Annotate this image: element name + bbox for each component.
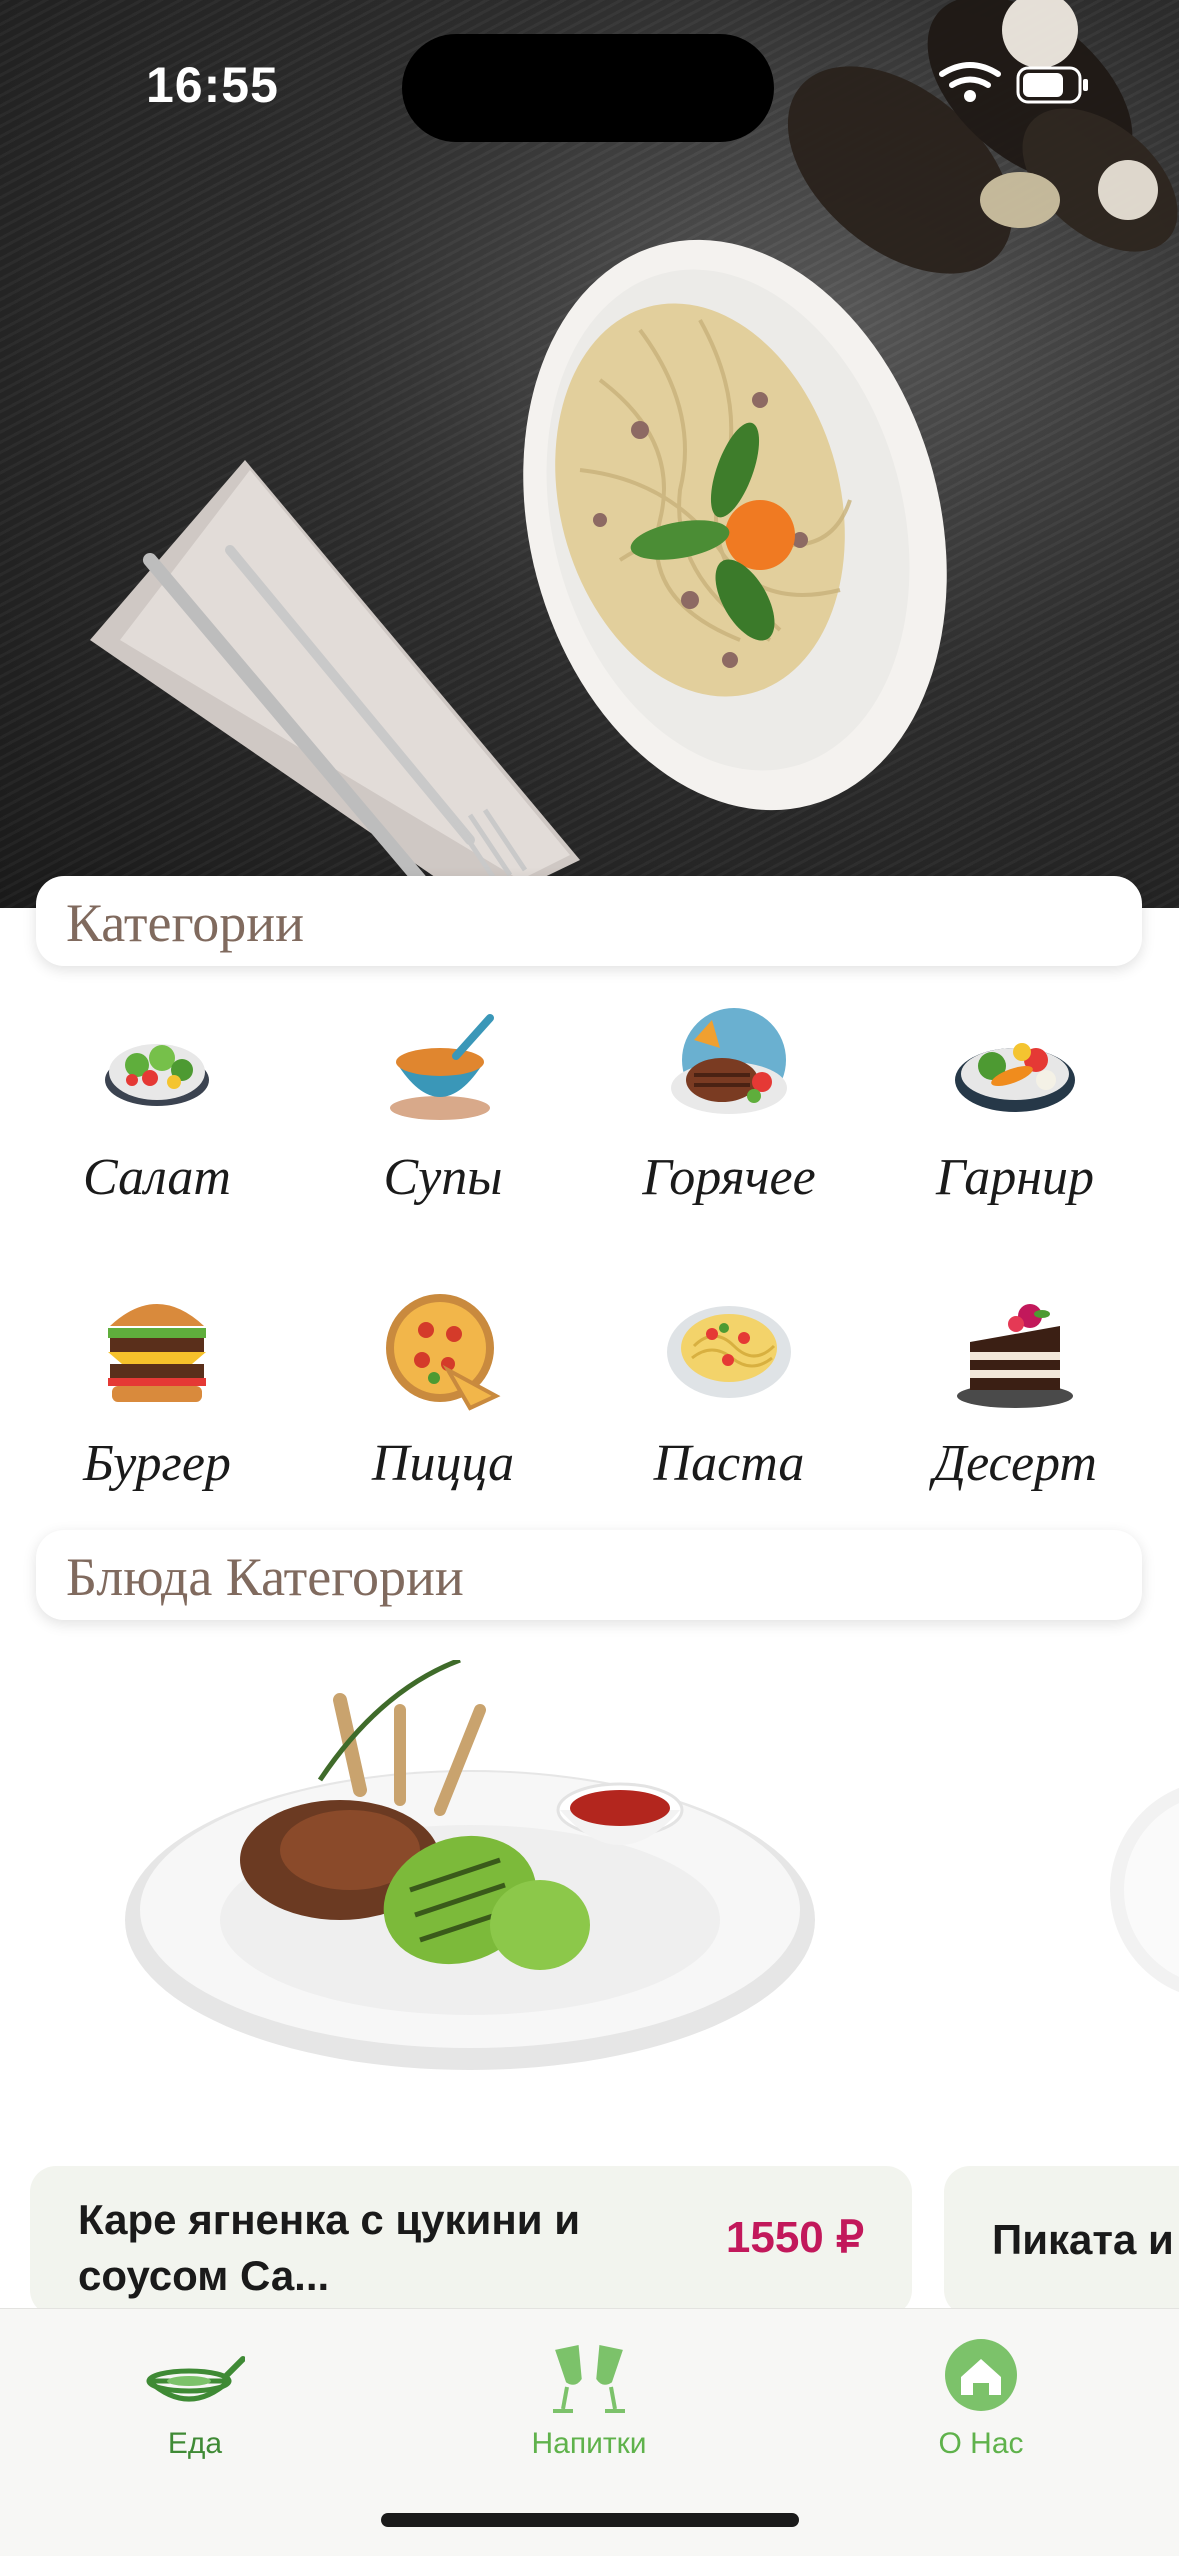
- tab-label: Напитки: [531, 2427, 647, 2460]
- status-icons: [939, 62, 1088, 104]
- category-label: Десерт: [933, 1435, 1097, 1492]
- pasta-icon: [667, 1306, 791, 1398]
- status-time: 16:55: [146, 57, 279, 113]
- tab-about[interactable]: О Нас: [851, 2327, 1111, 2467]
- dish-card-next[interactable]: Пиката и: [944, 2166, 1179, 2316]
- home-icon: [945, 2339, 1017, 2411]
- category-label: Салат: [83, 1149, 231, 1206]
- dishes-title: Блюда Категории: [66, 1547, 464, 1607]
- salad-icon: [105, 1044, 209, 1106]
- tab-label: Еда: [167, 2427, 223, 2460]
- dish-name: Каре ягненка с цукини и соусом Са...: [78, 2196, 581, 2299]
- tab-drinks[interactable]: Напитки: [459, 2327, 719, 2467]
- category-garnish[interactable]: Гарнир: [870, 1000, 1160, 1220]
- categories-header: Категории: [36, 876, 1142, 966]
- next-dish-image[interactable]: [1100, 1760, 1179, 2020]
- home-indicator: [381, 2513, 799, 2527]
- pan-icon: [146, 2356, 245, 2402]
- glasses-icon: [553, 2344, 625, 2413]
- pizza-icon: [386, 1294, 501, 1411]
- dishes-header: Блюда Категории: [36, 1530, 1142, 1620]
- burger-icon: [108, 1304, 206, 1402]
- tab-food[interactable]: Еда: [65, 2327, 325, 2467]
- category-dessert[interactable]: Десерт: [870, 1286, 1160, 1506]
- category-label: Гарнир: [935, 1149, 1095, 1206]
- vegetables-icon: [955, 1043, 1075, 1112]
- steak-icon: [671, 1008, 787, 1114]
- category-label: Горячее: [642, 1149, 816, 1206]
- category-label: Бургер: [83, 1435, 231, 1492]
- battery-icon: [1016, 66, 1088, 104]
- dish-image[interactable]: [100, 1660, 820, 2080]
- wifi-icon: [939, 62, 1001, 102]
- category-salad[interactable]: Салат: [12, 1000, 302, 1220]
- category-label: Паста: [653, 1435, 805, 1492]
- category-pizza[interactable]: Пицца: [298, 1286, 588, 1506]
- category-burger[interactable]: Бургер: [12, 1286, 302, 1506]
- dish-card[interactable]: Каре ягненка с цукини и соусом Са... 155…: [30, 2166, 912, 2316]
- cake-icon: [957, 1304, 1073, 1408]
- dynamic-island: [402, 34, 774, 142]
- dish-price: 1550 ₽: [725, 2213, 864, 2262]
- category-pasta[interactable]: Паста: [584, 1286, 874, 1506]
- dish-name: Пиката и: [992, 2216, 1174, 2263]
- soup-icon: [390, 1014, 494, 1120]
- category-hot[interactable]: Горячее: [584, 1000, 874, 1220]
- category-label: Пицца: [371, 1435, 515, 1492]
- category-label: Супы: [383, 1149, 503, 1206]
- tab-label: О Нас: [938, 2427, 1024, 2460]
- category-soup[interactable]: Супы: [298, 1000, 588, 1220]
- categories-title: Категории: [66, 893, 305, 953]
